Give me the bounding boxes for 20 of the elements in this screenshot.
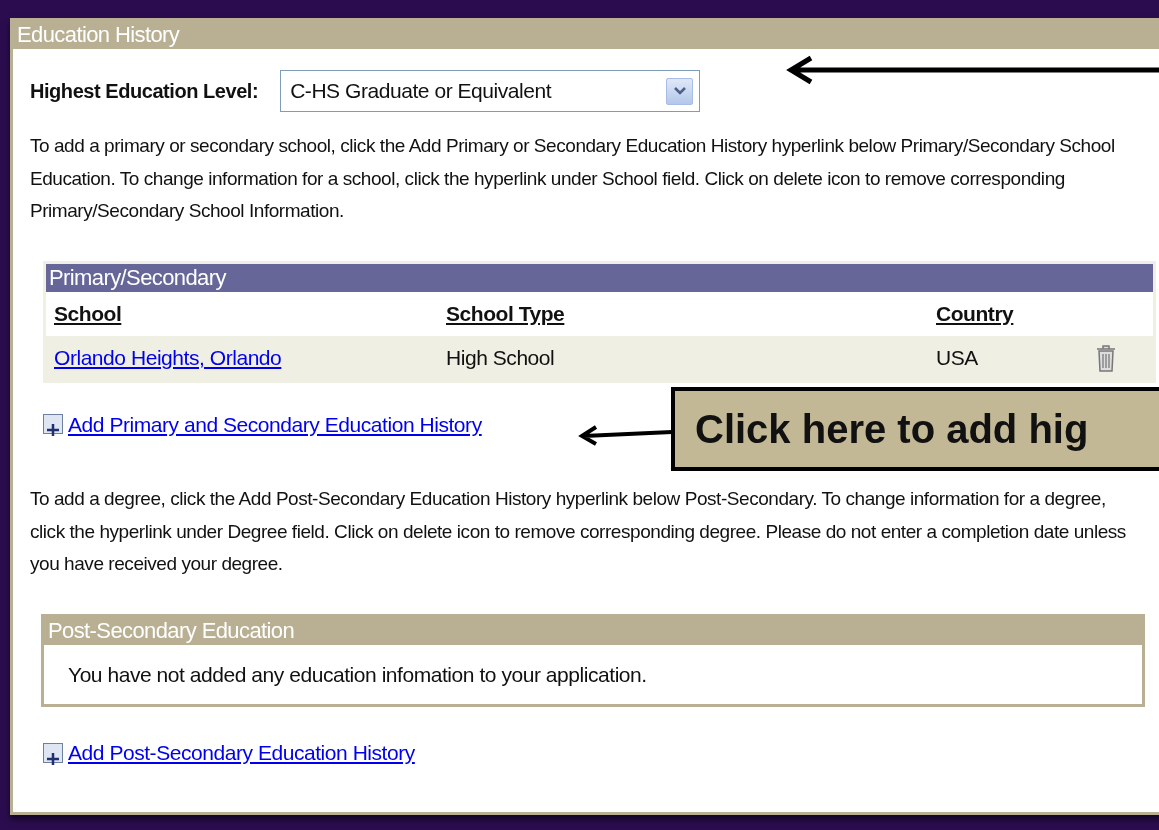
school-link[interactable]: Orlando Heights, Orlando: [54, 345, 282, 369]
trash-icon[interactable]: [1096, 343, 1116, 372]
add-link[interactable]: Add Primary and Secondary Education History: [68, 408, 482, 440]
column-header: School: [54, 301, 122, 325]
column-header: Country: [936, 301, 1014, 325]
field-label: Highest Education Level:: [30, 79, 259, 104]
add-icon[interactable]: [43, 414, 63, 435]
empty-message: You have not added any education infomation to your application.: [67, 661, 648, 688]
table-cell: USA: [936, 345, 978, 369]
table-cell: High School: [446, 345, 555, 369]
add-link[interactable]: Add Post-Secondary Education History: [68, 737, 415, 769]
education-level-dropdown[interactable]: C-HS Graduate or Equivalent: [280, 70, 701, 112]
column-header: School Type: [446, 301, 565, 325]
callout: Click here to add hig: [671, 387, 1159, 471]
add-icon[interactable]: [43, 742, 63, 763]
table-title: Primary/Secondary: [46, 263, 1153, 292]
table-title: Post-Secondary Education: [44, 616, 1142, 645]
instructions-paragraph: To add a primary or secondary school, click the Add Primary or Secondary Education History hyperlink below Primary/Secondary School Education. To change information for a school, click the hyperlink under School field. Click on delete icon to remove corresponding Primary/Secondary School Information.: [30, 134, 1116, 223]
instructions-paragraph: To add a degree, click the Add Post-Secondary Education History hyperlink below Post-Secondary. To change information for a degree, click the hyperlink under Degree field. Click on delete icon to remove corresponding degree. Please do not enter a completion date unless you have received your degree.: [30, 487, 1127, 576]
section-title: Education History: [13, 21, 1159, 49]
